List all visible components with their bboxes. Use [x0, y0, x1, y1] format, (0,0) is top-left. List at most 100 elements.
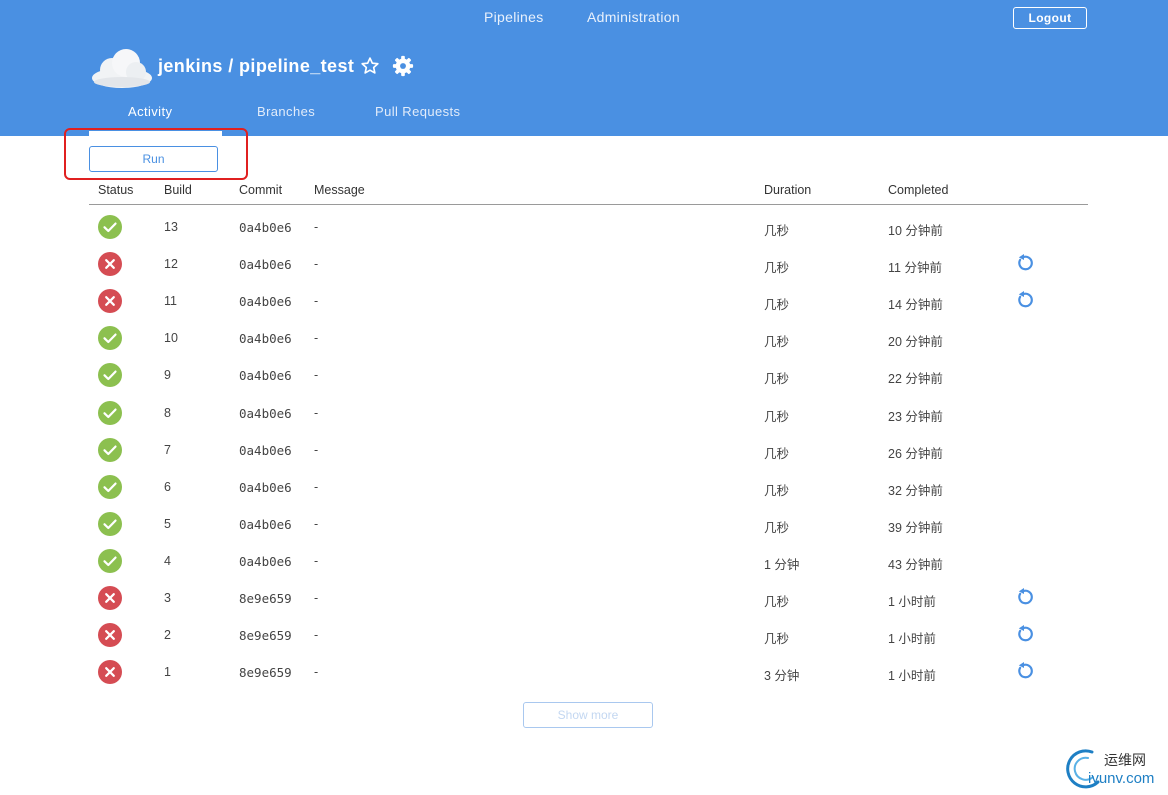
build-cell: 3 [164, 591, 171, 605]
commit-cell: 0a4b0e6 [239, 368, 292, 384]
message-cell: - [314, 665, 319, 680]
table-row[interactable]: 13 0a4b0e6 - 几秒 10 分钟前 [89, 208, 1088, 245]
replay-icon[interactable] [1015, 661, 1035, 681]
check-circle-icon [98, 511, 122, 536]
duration-cell: 几秒 [764, 483, 790, 498]
duration-cell: 几秒 [764, 409, 790, 424]
commit-cell: 0a4b0e6 [239, 294, 292, 310]
duration-cell: 几秒 [764, 520, 790, 535]
check-circle-icon [98, 363, 122, 388]
message-cell: - [314, 628, 319, 643]
gear-icon[interactable] [392, 55, 414, 77]
table-row[interactable]: 7 0a4b0e6 - 几秒 26 分钟前 [89, 431, 1088, 468]
cloud-icon [92, 49, 152, 88]
commit-cell: 0a4b0e6 [239, 516, 292, 532]
duration-cell: 1 分钟 [764, 557, 800, 572]
tab-branches[interactable]: Branches [257, 104, 315, 119]
table-row[interactable]: 5 0a4b0e6 - 几秒 39 分钟前 [89, 505, 1088, 542]
completed-cell: 23 分钟前 [888, 409, 943, 424]
message-cell: - [314, 257, 319, 272]
completed-cell: 22 分钟前 [888, 372, 943, 387]
watermark-cn: 运维网 [1104, 753, 1146, 769]
table-row[interactable]: 10 0a4b0e6 - 几秒 20 分钟前 [89, 319, 1088, 356]
duration-cell: 几秒 [764, 372, 790, 387]
table-row[interactable]: 6 0a4b0e6 - 几秒 32 分钟前 [89, 468, 1088, 505]
build-cell: 13 [164, 220, 178, 234]
show-more-button[interactable]: Show more [523, 702, 653, 728]
duration-cell: 几秒 [764, 261, 790, 276]
completed-cell: 43 分钟前 [888, 557, 943, 572]
table-row[interactable]: 4 0a4b0e6 - 1 分钟 43 分钟前 [89, 542, 1088, 579]
duration-cell: 3 分钟 [764, 669, 800, 684]
x-circle-icon [98, 623, 122, 648]
table-row[interactable]: 1 8e9e659 - 3 分钟 1 小时前 [89, 653, 1088, 690]
table-header-divider [89, 204, 1088, 205]
completed-cell: 32 分钟前 [888, 483, 943, 498]
table-row[interactable]: 12 0a4b0e6 - 几秒 11 分钟前 [89, 245, 1088, 282]
column-header-build: Build [164, 183, 192, 197]
x-circle-icon [98, 660, 122, 685]
table-row[interactable]: 11 0a4b0e6 - 几秒 14 分钟前 [89, 282, 1088, 319]
build-cell: 8 [164, 405, 171, 420]
tab-pull-requests[interactable]: Pull Requests [375, 104, 460, 119]
duration-cell: 几秒 [764, 224, 790, 238]
message-cell: - [314, 553, 319, 568]
build-cell: 5 [164, 516, 171, 531]
column-header-status: Status [98, 183, 134, 197]
watermark-en: iyunv.com [1088, 770, 1155, 787]
nav-administration[interactable]: Administration [587, 9, 680, 25]
duration-cell: 几秒 [764, 595, 790, 609]
x-circle-icon [98, 252, 122, 277]
run-button[interactable]: Run [89, 146, 218, 172]
x-circle-icon [98, 289, 122, 314]
duration-cell: 几秒 [764, 335, 790, 350]
build-cell: 2 [164, 628, 171, 643]
check-circle-icon [98, 437, 122, 462]
commit-cell: 8e9e659 [239, 628, 292, 644]
nav-pipelines[interactable]: Pipelines [484, 9, 544, 25]
replay-icon[interactable] [1015, 290, 1035, 310]
table-row[interactable]: 3 8e9e659 - 几秒 1 小时前 [89, 579, 1088, 616]
commit-cell: 0a4b0e6 [239, 257, 292, 273]
completed-cell: 14 分钟前 [888, 298, 943, 313]
table-row[interactable]: 8 0a4b0e6 - 几秒 23 分钟前 [89, 394, 1088, 431]
completed-cell: 1 小时前 [888, 632, 936, 647]
check-circle-icon [98, 474, 122, 499]
commit-cell: 0a4b0e6 [239, 442, 292, 458]
tab-activity[interactable]: Activity [128, 104, 172, 119]
message-cell: - [314, 331, 319, 346]
table-row[interactable]: 2 8e9e659 - 几秒 1 小时前 [89, 616, 1088, 653]
message-cell: - [314, 368, 319, 383]
completed-cell: 1 小时前 [888, 595, 936, 609]
completed-cell: 39 分钟前 [888, 520, 943, 535]
column-header-commit: Commit [239, 183, 283, 197]
duration-cell: 几秒 [764, 298, 790, 313]
message-cell: - [314, 405, 319, 420]
page-title: jenkins / pipeline_test [158, 56, 355, 76]
commit-cell: 0a4b0e6 [239, 405, 292, 421]
table-row[interactable]: 9 0a4b0e6 - 几秒 22 分钟前 [89, 356, 1088, 393]
star-icon[interactable] [360, 56, 380, 76]
completed-cell: 11 分钟前 [888, 261, 942, 276]
completed-cell: 1 小时前 [888, 669, 936, 684]
watermark: 运维网 iyunv.com [1062, 746, 1168, 795]
column-header-completed: Completed [888, 183, 949, 197]
column-header-duration: Duration [764, 183, 812, 197]
message-cell: - [314, 294, 319, 309]
completed-cell: 26 分钟前 [888, 446, 943, 461]
replay-icon[interactable] [1015, 587, 1035, 607]
message-cell: - [314, 479, 319, 494]
logout-button[interactable]: Logout [1013, 7, 1087, 29]
commit-cell: 0a4b0e6 [239, 553, 292, 569]
message-cell: - [314, 220, 319, 234]
replay-icon[interactable] [1015, 253, 1035, 273]
commit-cell: 0a4b0e6 [239, 331, 292, 347]
completed-cell: 10 分钟前 [888, 224, 943, 238]
message-cell: - [314, 442, 319, 457]
replay-icon[interactable] [1015, 624, 1035, 644]
build-cell: 10 [164, 331, 178, 346]
app-header: Pipelines Administration Logout jenkins … [0, 0, 1168, 136]
check-circle-icon [98, 400, 122, 425]
message-cell: - [314, 516, 319, 531]
completed-cell: 20 分钟前 [888, 335, 943, 350]
